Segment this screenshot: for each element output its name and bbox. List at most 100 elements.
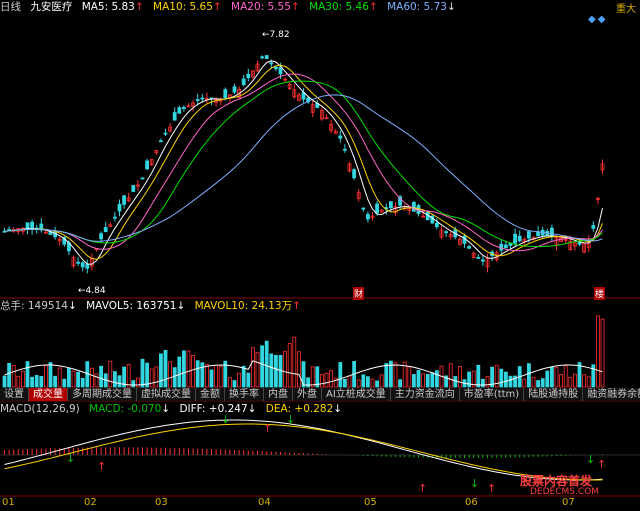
macd-header: MACD(12,26,9) MACD: -0.070↓ DIFF: +0.247… — [0, 402, 348, 416]
volume-bar — [172, 367, 177, 388]
volume-bar — [76, 371, 80, 388]
indicator-tabs: 设置 成交量 多周期成交量 虚拟成交量 金额 换手率 内盘 外盘 AI立桩成交量 主力资金流向 市盈… — [0, 388, 640, 401]
financial-report-marker[interactable]: 财 — [353, 287, 365, 300]
volume-bar — [361, 374, 366, 388]
price-candle — [103, 227, 108, 233]
volume-bar — [246, 372, 251, 388]
volume-bar — [338, 362, 343, 388]
price-candle — [76, 261, 80, 264]
volume-bar — [149, 368, 154, 388]
price-candle — [278, 66, 283, 75]
price-candle — [591, 225, 596, 229]
building-marker[interactable]: 楼 — [594, 287, 606, 300]
volume-bar — [568, 377, 573, 388]
volume-bar — [200, 362, 205, 388]
price-candle — [273, 66, 278, 70]
volume-bar — [550, 366, 554, 388]
volume-bar — [71, 370, 76, 388]
tab-12[interactable]: 融资融券余额 — [583, 388, 640, 401]
macd-signal-arrow: ↓ — [586, 453, 595, 466]
volume-bar — [25, 361, 30, 388]
price-candle — [181, 107, 186, 109]
volume-bar — [269, 353, 274, 388]
volume-bar — [347, 375, 352, 388]
price-candle — [172, 112, 177, 121]
volume-bar — [329, 370, 334, 388]
volume-bar — [108, 360, 113, 388]
month-label: 04 — [258, 497, 271, 508]
tab-7[interactable]: 外盘 — [293, 388, 322, 401]
price-candle — [434, 222, 439, 227]
volume-bar — [375, 380, 380, 388]
volume-bar — [241, 365, 246, 388]
volume-bar — [218, 366, 223, 388]
watermark-url: DEDECMS.COM — [530, 487, 599, 497]
volume-bar — [531, 376, 536, 388]
volume-bar — [536, 380, 540, 388]
volume-bar — [209, 369, 214, 388]
macd-signal-arrow: ↑ — [487, 482, 496, 495]
tab-2[interactable]: 多周期成交量 — [68, 388, 137, 401]
macd-signal-arrow: ↑ — [263, 422, 272, 435]
volume-bar — [365, 376, 370, 388]
volume-bar — [126, 363, 131, 388]
tab-5[interactable]: 换手率 — [225, 388, 264, 401]
volume-bar — [573, 373, 577, 388]
month-axis: 01 02 03 04 05 06 07 — [0, 497, 640, 511]
price-candle — [269, 62, 274, 65]
volume-bar — [30, 376, 35, 388]
volume-bar — [20, 370, 25, 388]
tab-1[interactable]: 成交量 — [29, 388, 68, 401]
volume-bar — [53, 375, 57, 388]
price-candle — [444, 231, 449, 234]
volume-bar — [11, 364, 16, 388]
tab-6[interactable]: 内盘 — [264, 388, 293, 401]
tab-9[interactable]: 主力资金流向 — [390, 388, 460, 401]
month-label: 01 — [2, 497, 15, 508]
volume-bar — [131, 380, 136, 388]
price-candle — [117, 203, 122, 212]
volume-bar — [90, 367, 94, 388]
volume-bar — [204, 364, 209, 388]
volume-bar — [94, 373, 99, 388]
price-candle — [545, 231, 550, 237]
price-candle — [145, 160, 150, 170]
volume-bar — [527, 363, 531, 388]
macd-signal-arrow: ↑ — [418, 482, 427, 495]
tab-11[interactable]: 陆股通持股 — [524, 388, 584, 401]
volume-bar — [324, 372, 329, 388]
tab-4[interactable]: 金额 — [196, 388, 225, 401]
macd-signal-arrow: ↓ — [470, 477, 479, 490]
price-candle — [503, 244, 508, 249]
price-candle — [80, 262, 85, 268]
volume-bar — [485, 376, 490, 388]
mavol5-label: MAVOL5: 163751↓ — [86, 300, 186, 312]
volume-bar — [292, 336, 297, 388]
price-candle — [338, 135, 343, 139]
price-candle — [365, 214, 370, 220]
volume-bar — [283, 350, 288, 388]
price-candle — [246, 73, 251, 79]
tab-8[interactable]: AI立桩成交量 — [322, 388, 391, 401]
tab-3[interactable]: 虚拟成交量 — [137, 388, 196, 401]
price-candle — [260, 56, 265, 59]
tab-0[interactable]: 设置 — [0, 388, 29, 401]
volume-bar — [508, 375, 513, 388]
macd-signal-arrow: ↓ — [66, 452, 75, 465]
volume-bar — [195, 360, 200, 388]
tab-10[interactable]: 市盈率(ttm) — [459, 388, 525, 401]
price-candle — [200, 97, 205, 100]
volume-bar — [306, 377, 311, 388]
volume-bar — [476, 364, 481, 388]
volume-bar — [416, 369, 421, 388]
volume-bar — [117, 375, 122, 388]
price-candle — [536, 231, 540, 237]
month-label: 07 — [562, 497, 575, 508]
price-candle — [375, 203, 380, 214]
volume-bar — [480, 378, 485, 388]
macd-histogram — [4, 447, 603, 458]
diff-line — [4, 419, 603, 481]
volume-bar — [140, 358, 145, 388]
volume-bar — [545, 370, 550, 388]
macd-signal-arrow: ↑ — [97, 460, 106, 473]
